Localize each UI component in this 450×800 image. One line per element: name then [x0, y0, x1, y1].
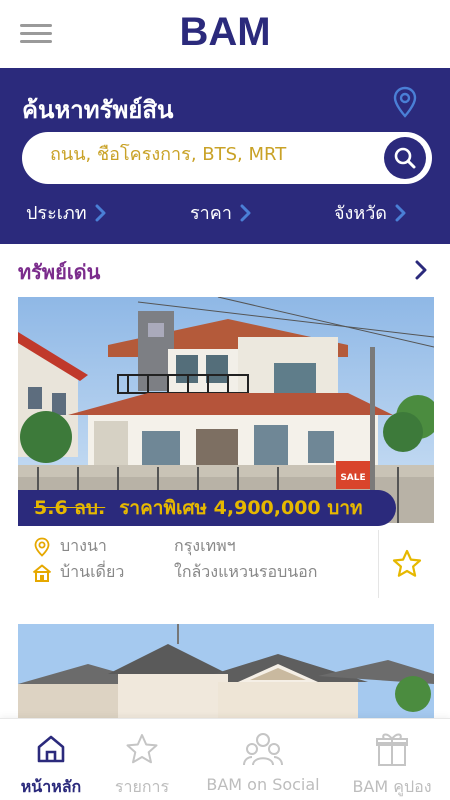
nav-social-label: BAM on Social: [206, 775, 320, 794]
filter-type-label: ประเภท: [26, 203, 87, 224]
chevron-right-icon: [395, 204, 406, 221]
star-icon: [392, 549, 421, 577]
nav-social[interactable]: BAM on Social: [194, 719, 332, 800]
home-icon: [37, 735, 65, 763]
property-info: บางนา กรุงเทพฯ บ้านเดี่ยว ใกล้วงแหวนรอบน…: [18, 530, 378, 598]
price-badge: 5.6 ลบ. ราคาพิเศษ 4,900,000 บาท: [18, 490, 396, 526]
people-icon: [243, 733, 283, 766]
province-text: กรุงเทพฯ: [174, 536, 236, 555]
chevron-right-icon[interactable]: [414, 260, 428, 280]
old-price: 5.6 ลบ.: [34, 497, 106, 519]
special-price: ราคาพิเศษ 4,900,000 บาท: [119, 497, 363, 519]
map-pin-icon[interactable]: [392, 86, 418, 118]
district-text: บางนา: [60, 536, 107, 555]
filter-price-label: ราคา: [190, 203, 232, 224]
chevron-right-icon: [240, 204, 251, 221]
map-pin-icon: [34, 537, 50, 557]
property-photo-2: [18, 624, 434, 720]
property-card-2[interactable]: [18, 624, 434, 720]
search-icon: [394, 147, 416, 169]
nav-coupon[interactable]: BAM คูปอง: [340, 719, 444, 800]
search-input[interactable]: [50, 144, 370, 165]
nav-coupon-label: BAM คูปอง: [352, 777, 432, 796]
filter-province-label: จังหวัด: [334, 203, 387, 224]
featured-header: ทรัพย์เด่น: [0, 252, 450, 288]
location-row: บางนา: [32, 534, 107, 559]
filter-price[interactable]: ราคา: [190, 198, 252, 227]
app-logo: BAM: [179, 10, 271, 54]
home-icon: [32, 564, 52, 582]
search-button[interactable]: [384, 137, 426, 179]
chevron-right-icon: [95, 204, 106, 221]
filter-row: ประเภท ราคา จังหวัด: [0, 198, 450, 230]
search-panel: ค้นหาทรัพย์สิน ประเภท ราคา จังหวัด: [0, 68, 450, 244]
property-type-text: บ้านเดี่ยว: [60, 562, 125, 581]
nav-listings-label: รายการ: [114, 777, 170, 796]
nav-home-label: หน้าหลัก: [20, 777, 82, 796]
nav-listings[interactable]: รายการ: [98, 719, 186, 800]
sale-sign-text: SALE: [340, 473, 365, 483]
search-title: ค้นหาทรัพย์สิน: [22, 96, 174, 124]
search-box: [22, 132, 432, 184]
nearby-text: ใกล้วงแหวนรอบนอก: [174, 562, 318, 581]
filter-type[interactable]: ประเภท: [26, 198, 107, 227]
filter-province[interactable]: จังหวัด: [334, 198, 407, 227]
gift-icon: [376, 733, 408, 766]
type-row: บ้านเดี่ยว: [32, 560, 124, 585]
star-icon: [126, 734, 158, 764]
featured-title: ทรัพย์เด่น: [18, 260, 101, 284]
top-app-bar: BAM: [0, 0, 450, 68]
bottom-nav: หน้าหลัก รายการ BAM on Social BAM คูปอง: [0, 718, 450, 800]
nav-home[interactable]: หน้าหลัก: [8, 719, 94, 800]
favorite-button[interactable]: [378, 530, 434, 598]
